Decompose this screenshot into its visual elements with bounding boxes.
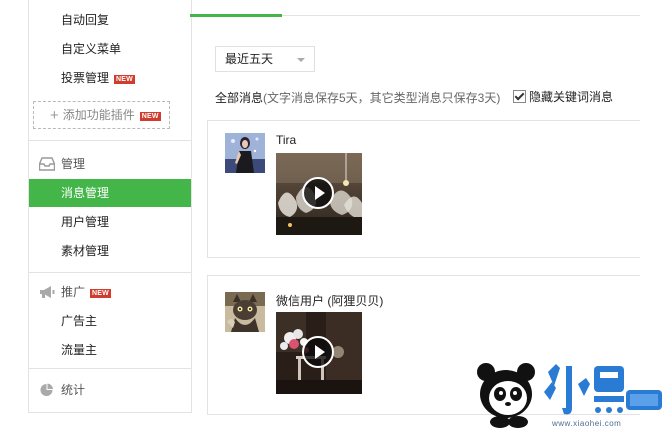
- sidebar-item-label: 用户管理: [61, 215, 110, 229]
- date-filter-select[interactable]: 最近五天: [215, 46, 315, 72]
- message-sender-name[interactable]: 微信用户 (阿狸贝贝): [276, 292, 383, 309]
- sidebar-group-label: 推广: [61, 285, 86, 299]
- sidebar-item-message-manage[interactable]: 消息管理: [29, 179, 191, 207]
- add-plugin-button[interactable]: + 添加功能插件 NEW: [33, 101, 170, 129]
- app-frame: 自动回复 自定义菜单 投票管理 NEW + 添加功能插件 NEW 管理 消息管理 用户…: [0, 0, 665, 431]
- sidebar-item-label: 素材管理: [61, 244, 110, 258]
- sidebar-item-user-manage[interactable]: 用户管理: [29, 208, 191, 236]
- date-filter-value: 最近五天: [225, 52, 274, 66]
- megaphone-icon: [39, 281, 55, 298]
- hide-keyword-toggle[interactable]: 隐藏关键词消息: [513, 88, 613, 105]
- sidebar: 自动回复 自定义菜单 投票管理 NEW + 添加功能插件 NEW 管理 消息管理 用户…: [28, 0, 192, 413]
- pie-chart-icon: [39, 379, 55, 396]
- sidebar-item-auto-reply[interactable]: 自动回复: [29, 6, 191, 34]
- new-badge: NEW: [114, 75, 135, 84]
- hide-keyword-label: 隐藏关键词消息: [529, 90, 614, 104]
- play-icon[interactable]: [302, 177, 334, 209]
- new-badge: NEW: [90, 289, 111, 298]
- video-thumbnail[interactable]: [276, 153, 362, 235]
- chevron-down-icon: [297, 58, 305, 62]
- video-thumbnail[interactable]: [276, 312, 362, 394]
- sidebar-item-vote-manage[interactable]: 投票管理 NEW: [29, 64, 191, 92]
- sidebar-group-promote: 推广 NEW: [29, 278, 191, 306]
- sidebar-item-label: 投票管理: [61, 71, 110, 85]
- sidebar-item-label: 自定义菜单: [61, 42, 122, 56]
- tab-active-indicator[interactable]: [190, 14, 282, 17]
- sidebar-item-custom-menu[interactable]: 自定义菜单: [29, 35, 191, 63]
- sidebar-group-label: 统计: [61, 383, 86, 397]
- sidebar-group-label: 管理: [61, 157, 86, 171]
- hide-keyword-checkbox[interactable]: [513, 90, 526, 103]
- sidebar-item-label: 自动回复: [61, 13, 110, 27]
- all-messages-label: 全部消息: [215, 91, 264, 105]
- plus-icon: +: [50, 107, 59, 124]
- sidebar-item-advertiser[interactable]: 广告主: [29, 307, 191, 335]
- message-item: Tira: [207, 120, 640, 258]
- message-summary: 全部消息(文字消息保存5天，其它类型消息只保存3天): [215, 89, 500, 106]
- sidebar-divider: [29, 272, 191, 273]
- inbox-icon: [38, 153, 56, 171]
- sidebar-item-label: 广告主: [61, 314, 98, 328]
- add-plugin-label: 添加功能插件: [62, 108, 135, 122]
- play-icon[interactable]: [302, 336, 334, 368]
- sidebar-divider: [29, 140, 191, 141]
- sidebar-divider: [29, 368, 191, 369]
- retention-note: (文字消息保存5天，其它类型消息只保存3天): [263, 91, 501, 105]
- sidebar-group-stats[interactable]: 统计: [29, 376, 191, 404]
- sidebar-item-label: 流量主: [61, 343, 98, 357]
- sidebar-item-label: 消息管理: [61, 186, 110, 200]
- sidebar-group-manage: 管理: [29, 150, 191, 178]
- avatar[interactable]: [225, 292, 265, 332]
- message-sender-name[interactable]: Tira: [276, 133, 296, 147]
- sidebar-item-publisher[interactable]: 流量主: [29, 336, 191, 364]
- sidebar-item-material-manage[interactable]: 素材管理: [29, 237, 191, 265]
- avatar[interactable]: [225, 133, 265, 173]
- watermark-url: www.xiaohei.com: [552, 419, 622, 428]
- new-badge: NEW: [139, 112, 161, 121]
